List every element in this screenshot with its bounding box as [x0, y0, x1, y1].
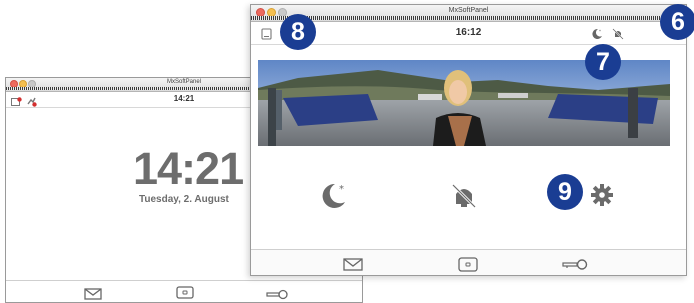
front-bottombar	[251, 249, 686, 275]
front-titlebar: MxSoftPanel	[251, 5, 686, 22]
svg-text:*: *	[339, 184, 344, 195]
mail-icon[interactable]	[343, 258, 363, 275]
camera-view-icon[interactable]	[458, 257, 478, 275]
titlebar-stripe	[251, 16, 686, 20]
key-door-open-icon[interactable]	[562, 258, 588, 275]
callout-badge-6: 6	[660, 4, 694, 40]
callout-badge-9: 9	[547, 174, 583, 210]
mute-icon[interactable]	[450, 182, 478, 215]
back-bottombar	[6, 280, 362, 302]
callout-badge-8: 8	[280, 14, 316, 50]
front-window-title: MxSoftPanel	[448, 7, 489, 14]
settings-gear-icon[interactable]	[591, 184, 613, 211]
clock-time: 14:21	[133, 143, 244, 194]
callout-badge-7: 7	[585, 44, 621, 80]
night-mode-icon[interactable]: *	[319, 181, 349, 216]
mute-icon[interactable]	[612, 27, 624, 45]
front-toolbar: 16:12 *	[251, 22, 686, 45]
svg-text:*: *	[599, 29, 601, 34]
night-mode-icon[interactable]: *	[591, 27, 603, 45]
camera-view-icon[interactable]	[176, 286, 194, 302]
clock-date: Tuesday, 2. August	[139, 194, 229, 205]
front-window: MxSoftPanel 16:12 * *	[250, 4, 687, 276]
